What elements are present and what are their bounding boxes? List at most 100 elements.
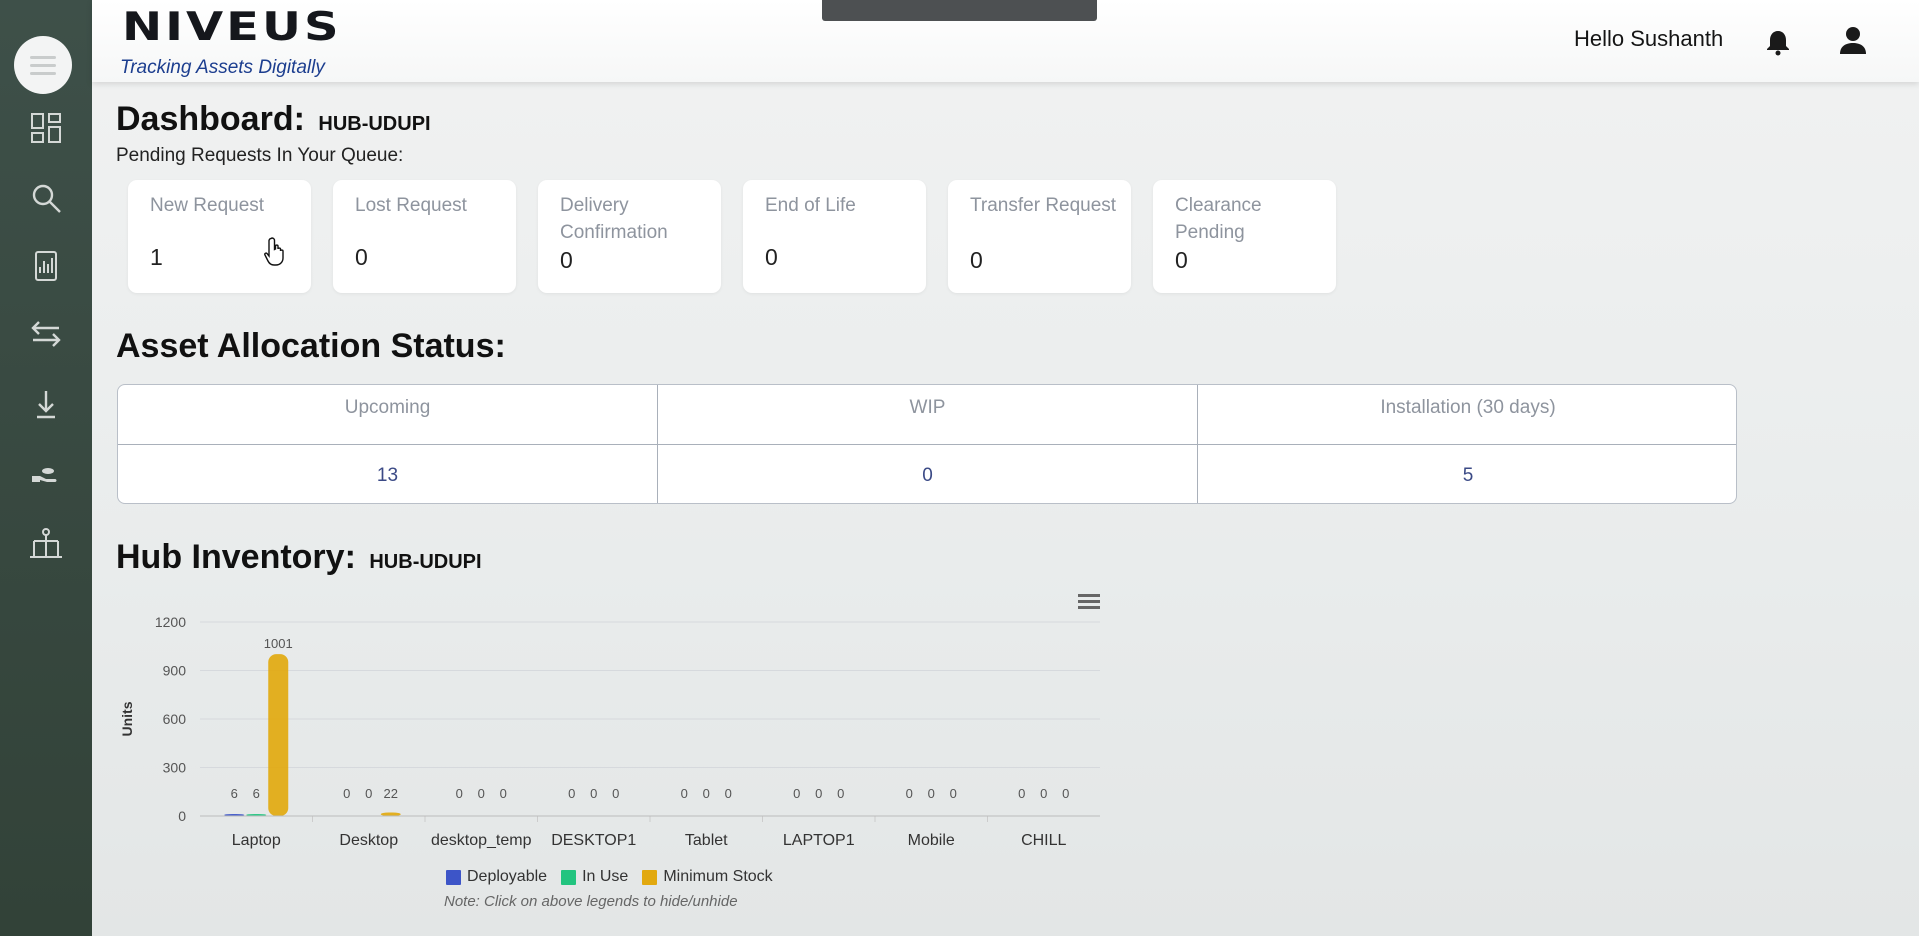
card-transfer-request[interactable]: Transfer Request 0: [948, 180, 1131, 293]
legend-note: Note: Click on above legends to hide/unh…: [444, 893, 738, 910]
data-label: 0: [681, 786, 688, 801]
data-label: 0: [365, 786, 372, 801]
data-label: 0: [612, 786, 619, 801]
chart-menu-icon: [1078, 600, 1100, 603]
chart-menu-icon: [1078, 594, 1100, 597]
x-tick-label: DESKTOP1: [551, 832, 636, 849]
sidebar: [0, 0, 92, 936]
x-tick-label: Tablet: [685, 832, 728, 849]
card-delivery-confirmation[interactable]: Delivery Confirmation 0: [538, 180, 721, 293]
card-label: Transfer Request: [970, 195, 1117, 216]
report-icon[interactable]: [24, 244, 68, 288]
card-value: 0: [355, 244, 368, 270]
brand-tagline: Tracking Assets Digitally: [120, 57, 325, 78]
data-label: 0: [1018, 786, 1025, 801]
card-label: End of Life: [765, 195, 856, 216]
card-value: 0: [765, 244, 778, 270]
legend-swatch: [446, 869, 461, 885]
card-label: Lost Request: [355, 195, 467, 216]
data-label: 0: [500, 786, 507, 801]
dashboard-title: Dashboard: HUB-UDUPI: [116, 100, 431, 139]
asset-allocation-table: Upcoming 13 WIP 0 Installation (30 days)…: [117, 384, 1737, 504]
brand-logo[interactable]: NIVEUS: [122, 7, 342, 46]
y-tick-label: 0: [178, 808, 186, 824]
legend-item-in-use[interactable]: In Use: [561, 868, 628, 886]
x-tick-label: Laptop: [232, 832, 281, 849]
fullscreen-banner: [822, 0, 1097, 21]
transfer-icon[interactable]: [24, 312, 68, 356]
data-label: 6: [231, 786, 238, 801]
chart-legend: Deployable In Use Minimum Stock: [446, 868, 773, 886]
allocation-value: 0: [922, 465, 933, 486]
download-icon[interactable]: [24, 382, 68, 426]
allocation-header: Installation (30 days): [1198, 385, 1736, 445]
data-label: 0: [478, 786, 485, 801]
card-label: Clearance Pending: [1175, 195, 1262, 243]
card-label: Delivery Confirmation: [560, 195, 668, 243]
hierarchy-icon[interactable]: [24, 522, 68, 566]
legend-label: In Use: [582, 868, 629, 885]
allocation-column-installation[interactable]: Installation (30 days) 5: [1198, 385, 1736, 503]
legend-swatch: [561, 869, 577, 885]
user-profile-icon[interactable]: [1838, 25, 1868, 55]
legend-item-deployable[interactable]: Deployable: [446, 868, 547, 886]
data-label: 0: [568, 786, 575, 801]
menu-icon[interactable]: [14, 36, 72, 94]
data-label: 0: [703, 786, 710, 801]
data-label: 1001: [264, 636, 293, 651]
hub-inventory-title-text: Hub Inventory:: [116, 538, 356, 576]
x-tick-label: Desktop: [339, 832, 398, 849]
asset-allocation-title: Asset Allocation Status:: [116, 327, 506, 365]
card-value: 0: [1175, 247, 1188, 273]
data-label: 0: [1062, 786, 1069, 801]
x-tick-label: CHILL: [1021, 832, 1066, 849]
card-label: New Request: [150, 195, 265, 216]
chart-menu-icon: [1078, 606, 1100, 609]
user-greeting: Hello Sushanth: [1574, 26, 1724, 51]
bar: [268, 654, 289, 816]
notification-bell-icon[interactable]: [1764, 28, 1792, 56]
data-label: 0: [590, 786, 597, 801]
data-label: 6: [253, 786, 260, 801]
y-tick-label: 600: [163, 711, 187, 727]
pending-requests-label: Pending Requests In Your Queue:: [116, 145, 404, 166]
card-lost-request[interactable]: Lost Request 0: [333, 180, 516, 293]
y-tick-label: 900: [163, 663, 187, 679]
card-value: 0: [560, 247, 573, 273]
data-label: 0: [928, 786, 935, 801]
data-label: 0: [950, 786, 957, 801]
data-label: 0: [1040, 786, 1047, 801]
data-label: 22: [384, 786, 398, 801]
dashboard-hub-name: HUB-UDUPI: [318, 113, 431, 135]
allocation-value: 13: [376, 465, 399, 486]
y-axis-label: Units: [119, 701, 135, 736]
data-label: 0: [456, 786, 463, 801]
dashboard-title-text: Dashboard:: [116, 100, 305, 138]
dashboard-icon[interactable]: [24, 106, 68, 150]
legend-swatch: [642, 869, 658, 885]
data-label: 0: [725, 786, 732, 801]
data-label: 0: [906, 786, 913, 801]
data-label: 0: [815, 786, 822, 801]
card-end-of-life[interactable]: End of Life 0: [743, 180, 926, 293]
legend-item-minimum-stock[interactable]: Minimum Stock: [642, 868, 773, 886]
allocation-column-upcoming[interactable]: Upcoming 13: [118, 385, 658, 503]
x-tick-label: desktop_temp: [431, 832, 532, 849]
search-icon[interactable]: [24, 176, 68, 220]
hub-inventory-hub-name: HUB-UDUPI: [369, 551, 482, 573]
card-clearance-pending[interactable]: Clearance Pending 0: [1153, 180, 1336, 293]
data-label: 0: [343, 786, 350, 801]
x-tick-label: LAPTOP1: [783, 832, 855, 849]
card-value: 1: [150, 244, 163, 270]
x-tick-label: Mobile: [908, 832, 955, 849]
card-value: 0: [970, 247, 983, 273]
y-tick-label: 1200: [155, 614, 186, 630]
legend-label: Minimum Stock: [663, 868, 773, 885]
y-tick-label: 300: [163, 760, 187, 776]
allocation-column-wip[interactable]: WIP 0: [658, 385, 1198, 503]
hub-inventory-title: Hub Inventory: HUB-UDUPI: [116, 538, 482, 577]
legend-label: Deployable: [467, 868, 548, 885]
data-label: 0: [793, 786, 800, 801]
bar: [380, 812, 401, 816]
handover-icon[interactable]: [24, 452, 68, 496]
